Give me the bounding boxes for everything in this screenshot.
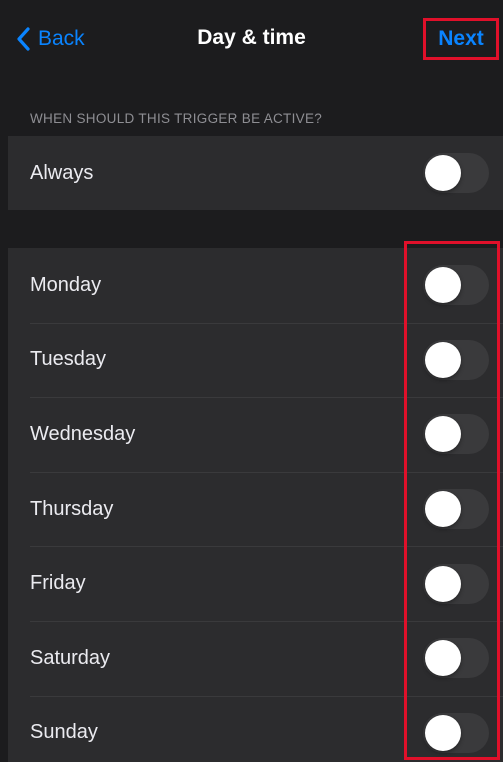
day-row-wednesday: Wednesday (8, 397, 503, 472)
wednesday-toggle[interactable] (423, 414, 489, 455)
navigation-bar: Back Day & time Next (0, 0, 503, 78)
day-label: Sunday (30, 721, 98, 744)
tuesday-toggle[interactable] (423, 339, 489, 380)
group-spacer (8, 210, 503, 248)
day-label: Monday (30, 273, 102, 296)
day-row-monday: Monday (8, 248, 503, 323)
always-row: Always (8, 136, 503, 211)
toggle-knob (425, 491, 461, 528)
day-label: Friday (30, 572, 86, 595)
toggle-knob (425, 341, 461, 378)
toggle-knob (425, 640, 461, 677)
day-row-tuesday: Tuesday (8, 322, 503, 398)
always-toggle[interactable] (423, 153, 489, 194)
day-row-thursday: Thursday (8, 471, 503, 547)
day-label: Wednesday (30, 422, 136, 445)
always-label: Always (30, 161, 94, 184)
day-label: Saturday (30, 646, 111, 669)
thursday-toggle[interactable] (423, 489, 489, 530)
sunday-toggle[interactable] (423, 712, 489, 753)
day-row-sunday: Sunday (8, 695, 503, 762)
day-label: Thursday (30, 497, 114, 520)
toggle-knob (425, 714, 461, 751)
day-row-friday: Friday (8, 546, 503, 621)
saturday-toggle[interactable] (423, 638, 489, 679)
next-button[interactable]: Next (423, 18, 499, 60)
monday-toggle[interactable] (423, 265, 489, 306)
section-header: WHEN SHOULD THIS TRIGGER BE ACTIVE? (30, 111, 323, 126)
days-group: Monday Tuesday Wednesday Thursday Friday (8, 248, 503, 762)
toggle-knob (425, 155, 461, 192)
toggle-knob (425, 267, 461, 304)
day-and-time-screen: Back Day & time Next WHEN SHOULD THIS TR… (0, 0, 503, 762)
day-row-saturday: Saturday (8, 620, 503, 696)
always-group: Always (8, 136, 503, 210)
friday-toggle[interactable] (423, 563, 489, 604)
toggle-knob (425, 416, 461, 453)
day-label: Tuesday (30, 348, 106, 371)
toggle-knob (425, 565, 461, 602)
